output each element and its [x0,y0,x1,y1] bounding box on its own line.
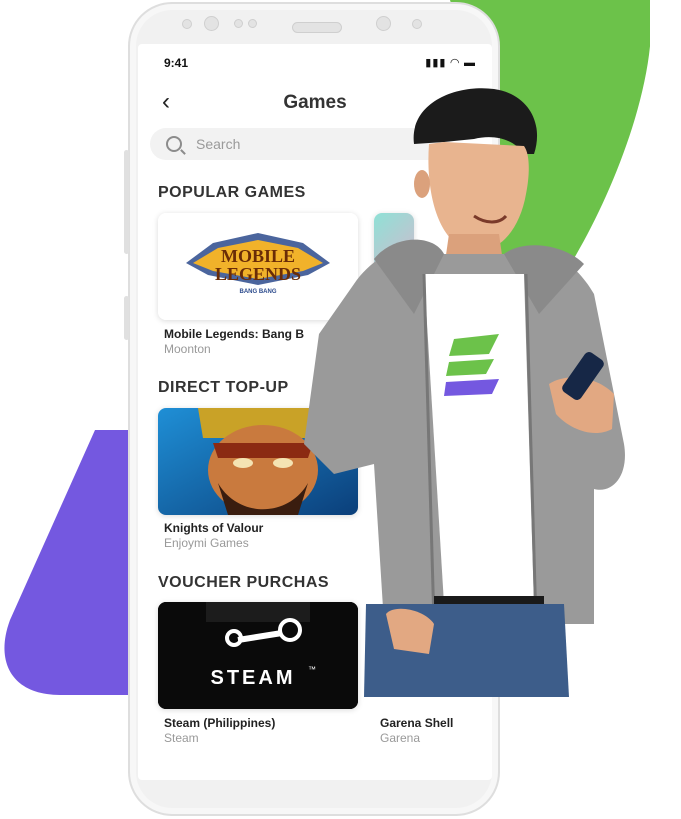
section-title-popular: POPULAR GAMES [158,184,306,201]
logo-line-3: BANG BANG [240,289,277,295]
power-button [124,296,129,340]
front-camera [204,16,219,31]
voucher-name: Garena Shell [380,716,454,730]
phone-top-bar [130,14,498,40]
status-bar: 9:41 ▮▮▮ ◠ ▬ [138,44,492,74]
volume-button [124,150,129,254]
person-with-phone-photo [304,88,625,697]
voucher-publisher: Steam [164,731,199,745]
voucher-publisher: Garena [380,731,421,745]
search-icon [166,136,182,152]
game-name: Knights of Valour [164,521,264,535]
section-title-direct-topup: DIRECT TOP-UP [158,379,289,396]
sensor-dot [376,16,391,31]
game-publisher: Enjoymi Games [164,536,249,550]
status-icons: ▮▮▮ ◠ ▬ [425,57,476,69]
earpiece-speaker [292,22,342,33]
sensor-dot [182,19,192,29]
logo-line-2: LEGENDS [215,264,301,284]
game-name: Mobile Legends: Bang B [164,327,305,341]
sensor-dot [234,19,243,28]
steam-wordmark: STEAM [211,667,296,689]
logo-line-1: MOBILE [221,246,295,266]
status-time: 9:41 [164,56,189,70]
game-publisher: Moonton [164,342,211,356]
sensor-dot [412,19,422,29]
sensor-dot [248,19,257,28]
voucher-name: Steam (Philippines) [164,716,276,730]
